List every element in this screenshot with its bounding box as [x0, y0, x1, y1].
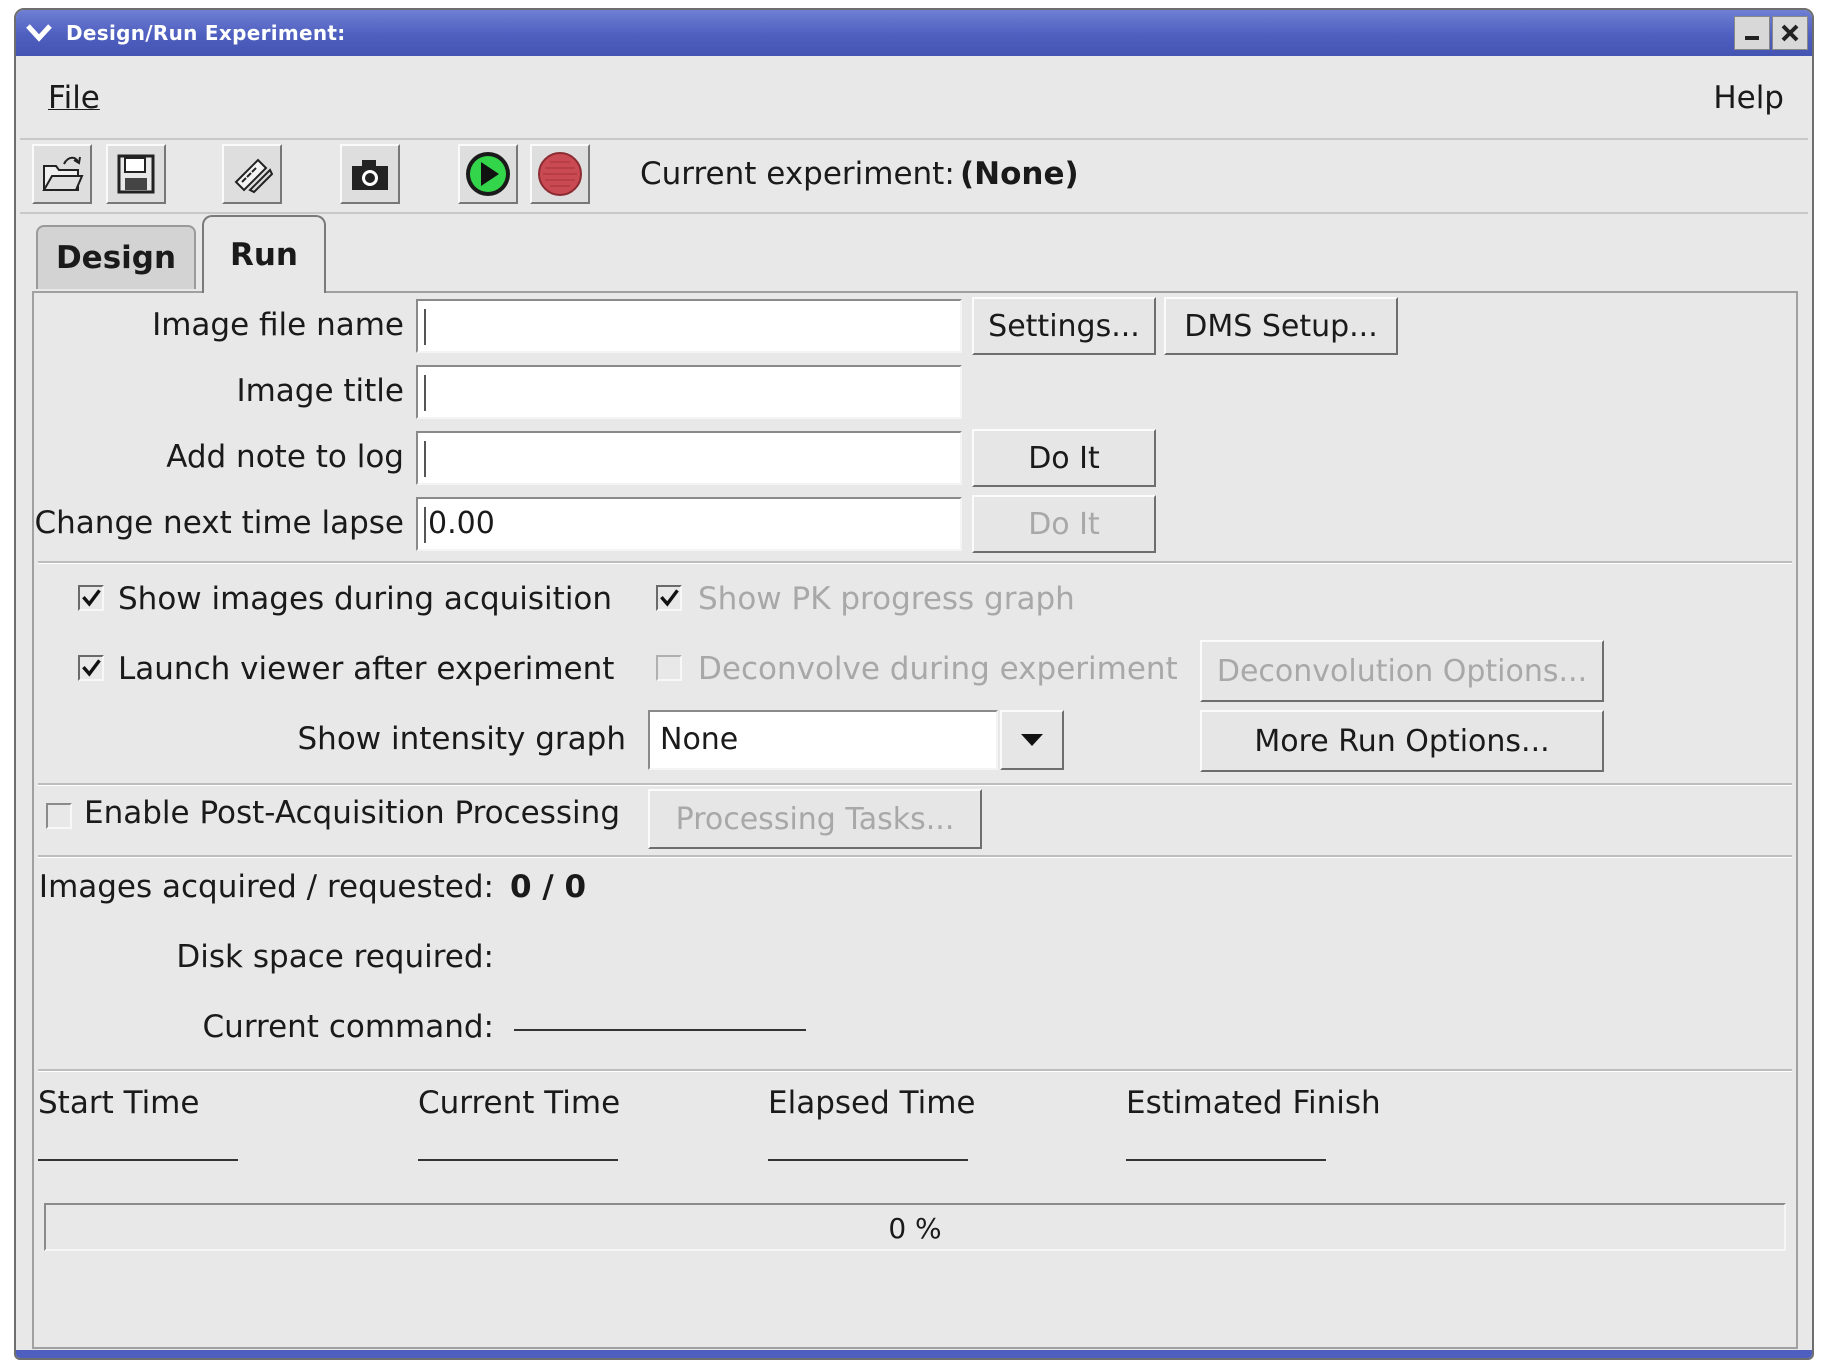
minimize-icon: [1745, 36, 1759, 40]
text-cursor: [424, 507, 426, 543]
separator: [38, 783, 1792, 786]
show-images-label: Show images during acquisition: [118, 581, 613, 617]
show-images-checkbox[interactable]: [78, 585, 104, 611]
stop-record-icon: [538, 152, 582, 196]
run-play-icon: [466, 152, 510, 196]
images-acquired-label: Images acquired / requested:: [38, 869, 494, 905]
elapsed-time-value-line: [768, 1159, 968, 1161]
add-note-do-it-button[interactable]: Do It: [972, 429, 1156, 487]
estimated-finish-label: Estimated Finish: [1126, 1085, 1381, 1121]
progress-bar: 0 %: [44, 1203, 1786, 1251]
toolbar: Current experiment: (None): [20, 140, 1808, 214]
window-menu-button[interactable]: [22, 17, 56, 47]
time-lapse-do-it-button[interactable]: Do It: [972, 495, 1156, 553]
disk-space-label: Disk space required:: [176, 939, 494, 975]
intensity-graph-value: None: [648, 710, 998, 770]
time-lapse-input[interactable]: 0.00: [416, 497, 962, 551]
image-file-name-input[interactable]: [416, 299, 962, 353]
run-panel: Image file name Settings... DMS Setup...…: [32, 291, 1798, 1349]
current-time-value-line: [418, 1159, 618, 1161]
start-time-label: Start Time: [38, 1085, 200, 1121]
intensity-graph-label: Show intensity graph: [297, 721, 627, 757]
separator: [38, 561, 1792, 564]
stop-button[interactable]: [530, 144, 590, 204]
launch-viewer-label: Launch viewer after experiment: [118, 651, 615, 687]
snapshot-button[interactable]: [340, 144, 400, 204]
image-title-input[interactable]: [416, 365, 962, 419]
deconvolve-label: Deconvolve during experiment: [698, 651, 1178, 687]
settings-button[interactable]: Settings...: [972, 297, 1156, 355]
title-bar: Design/Run Experiment:: [16, 10, 1812, 56]
start-time-value-line: [38, 1159, 238, 1161]
close-icon: [1781, 24, 1799, 42]
checkmark-icon: [660, 589, 679, 607]
intensity-graph-select[interactable]: None: [648, 710, 1064, 770]
image-title-label: Image title: [236, 373, 404, 409]
current-experiment-label: Current experiment:: [640, 156, 955, 192]
experiment-window: Design/Run Experiment: File Help Current…: [14, 8, 1814, 1360]
current-command-value-line: [514, 1029, 806, 1031]
processing-tasks-button[interactable]: Processing Tasks...: [648, 789, 982, 849]
open-folder-icon: [42, 156, 84, 191]
time-lapse-label: Change next time lapse: [34, 505, 404, 541]
window-title: Design/Run Experiment:: [66, 21, 346, 45]
minimize-button[interactable]: [1734, 16, 1770, 50]
current-command-label: Current command:: [202, 1009, 494, 1045]
show-pk-graph-label: Show PK progress graph: [698, 581, 1075, 617]
elapsed-time-label: Elapsed Time: [768, 1085, 976, 1121]
text-cursor: [424, 441, 426, 477]
launch-viewer-checkbox[interactable]: [78, 655, 104, 681]
chevron-down-icon: [26, 24, 52, 42]
current-time-label: Current Time: [418, 1085, 621, 1121]
open-button[interactable]: [32, 144, 92, 204]
ruler-pencil-icon: [234, 158, 274, 194]
close-button[interactable]: [1772, 16, 1808, 50]
progress-text: 0 %: [888, 1212, 942, 1245]
current-experiment-value: (None): [960, 156, 1079, 192]
menu-bar: File Help: [20, 58, 1808, 140]
save-button[interactable]: [106, 144, 166, 204]
text-cursor: [424, 309, 426, 345]
post-processing-label: Enable Post-Acquisition Processing: [84, 795, 620, 831]
checkmark-icon: [82, 659, 101, 677]
menu-file[interactable]: File: [48, 80, 100, 116]
post-processing-checkbox[interactable]: [46, 803, 72, 829]
save-icon: [117, 154, 155, 194]
text-cursor: [424, 375, 426, 411]
separator: [38, 1069, 1792, 1072]
design-tool-button[interactable]: [222, 144, 282, 204]
estimated-finish-value-line: [1126, 1159, 1326, 1161]
window-bottom-border: [16, 1350, 1812, 1358]
checkmark-icon: [82, 589, 101, 607]
add-note-input[interactable]: [416, 431, 962, 485]
camera-icon: [352, 160, 388, 190]
menu-help[interactable]: Help: [1713, 80, 1784, 116]
separator: [38, 855, 1792, 858]
image-file-name-label: Image file name: [152, 307, 404, 343]
add-note-label: Add note to log: [166, 439, 404, 475]
tab-run[interactable]: Run: [202, 215, 326, 293]
caret-down-icon: [1021, 734, 1043, 746]
dms-setup-button[interactable]: DMS Setup...: [1164, 297, 1398, 355]
deconvolution-options-button[interactable]: Deconvolution Options...: [1200, 640, 1604, 702]
more-run-options-button[interactable]: More Run Options...: [1200, 710, 1604, 772]
tab-design[interactable]: Design: [36, 225, 196, 289]
dropdown-button[interactable]: [1000, 710, 1064, 770]
deconvolve-checkbox[interactable]: [656, 655, 682, 681]
show-pk-graph-checkbox[interactable]: [656, 585, 682, 611]
run-button[interactable]: [458, 144, 518, 204]
images-acquired-value: 0 / 0: [510, 869, 587, 905]
